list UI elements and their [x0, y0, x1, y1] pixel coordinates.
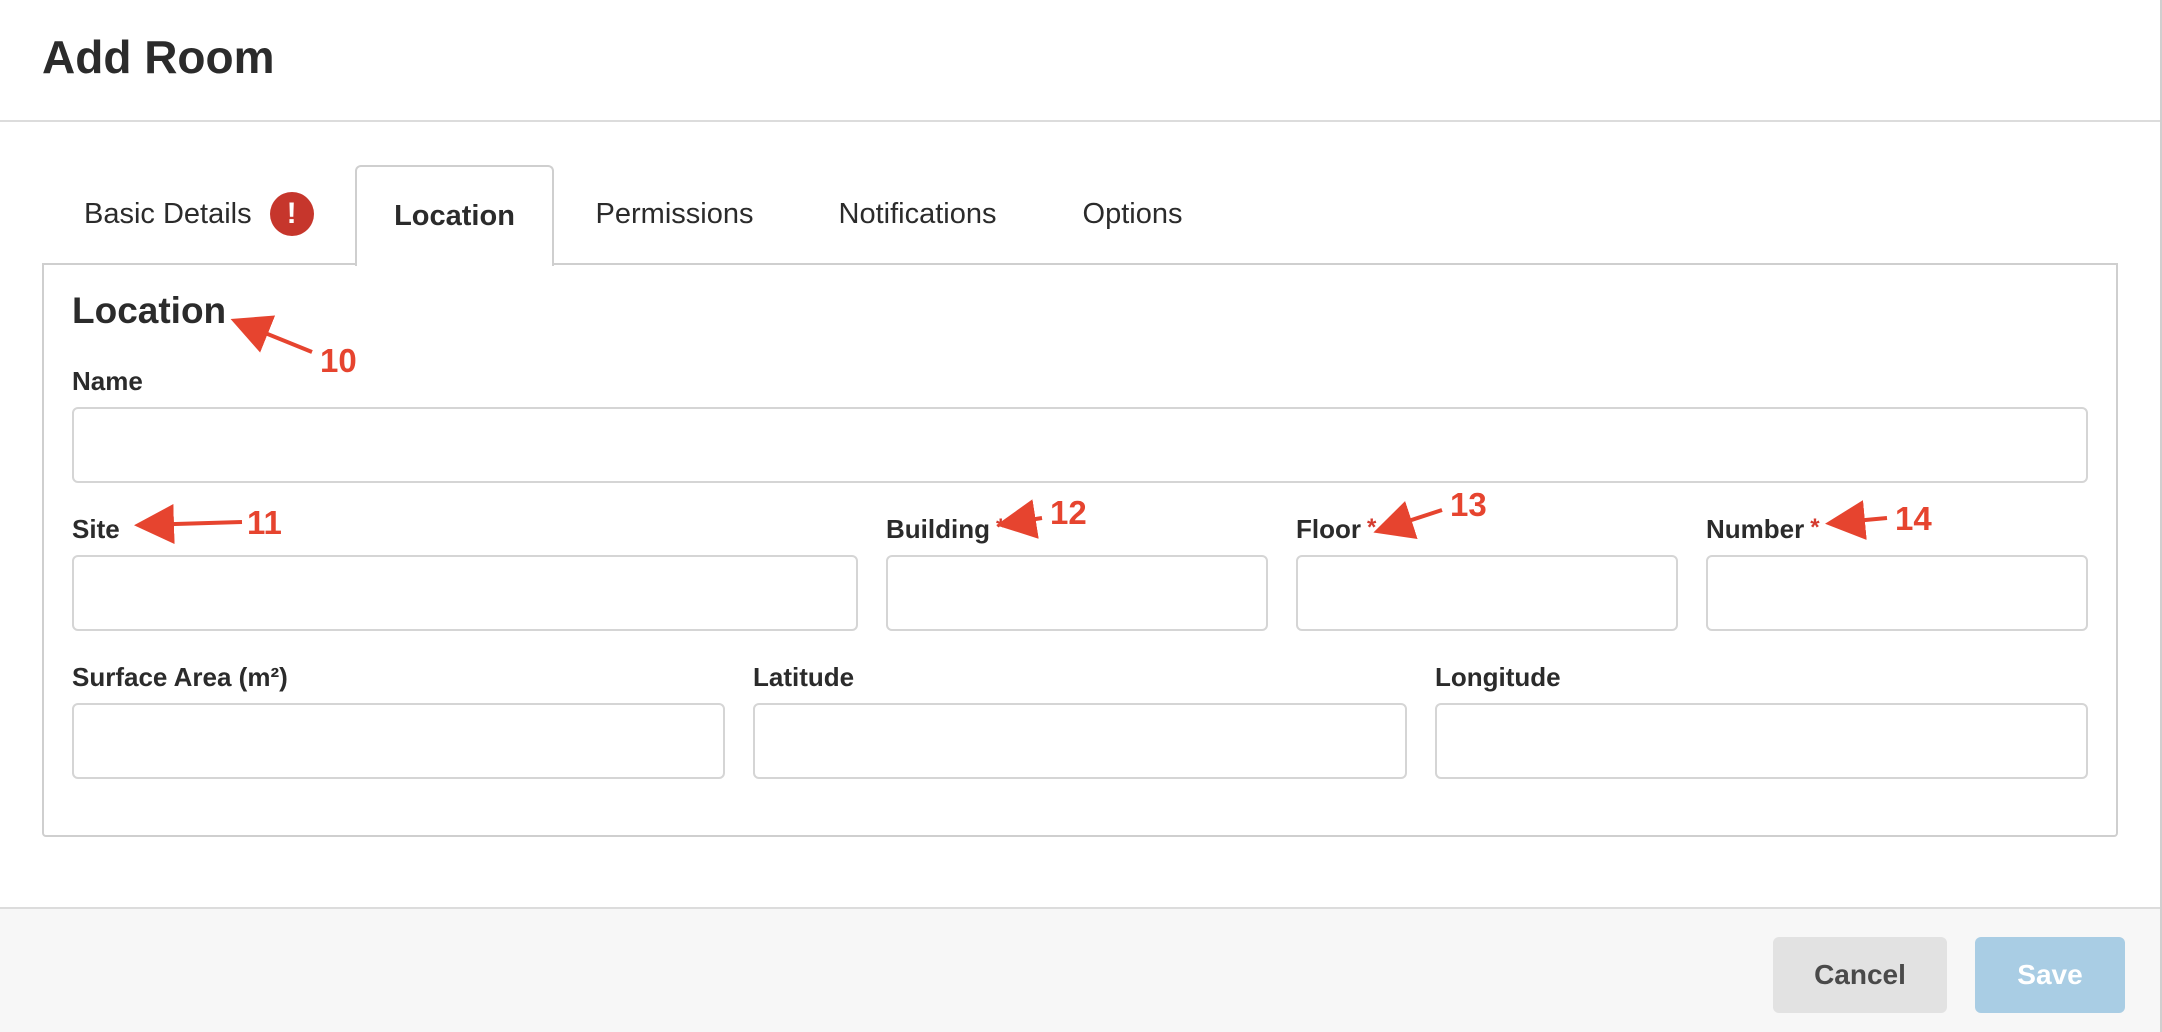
required-marker: * [1810, 514, 1820, 541]
longitude-label: Longitude [1435, 662, 1561, 693]
latitude-label: Latitude [753, 662, 854, 693]
tab-label: Options [1082, 197, 1183, 230]
floor-label-text: Floor [1296, 514, 1361, 544]
tab-label: Basic Details [84, 197, 252, 230]
annotation-12: 12 [1050, 494, 1087, 531]
surface-area-label: Surface Area (m²) [72, 662, 288, 693]
dialog-header: Add Room [0, 0, 2162, 122]
required-marker: * [1367, 514, 1377, 541]
annotation-13: 13 [1450, 486, 1487, 523]
tab-basic-details[interactable]: Basic Details ! [60, 165, 330, 263]
add-room-dialog: Add Room Basic Details ! Location Permis… [0, 0, 2162, 1032]
number-label: Number * [1706, 514, 1820, 545]
tab-location[interactable]: Location [355, 165, 554, 266]
name-input[interactable] [72, 407, 2088, 483]
tab-label: Permissions [595, 197, 754, 230]
name-label-text: Name [72, 366, 143, 396]
floor-label: Floor * [1296, 514, 1376, 545]
tab-label: Notifications [838, 197, 997, 230]
site-input[interactable] [72, 555, 858, 631]
latitude-label-text: Latitude [753, 662, 855, 692]
dialog-title: Add Room [42, 31, 275, 83]
floor-input[interactable] [1296, 555, 1678, 631]
annotation-14: 14 [1895, 500, 1932, 537]
number-input[interactable] [1706, 555, 2088, 631]
section-title: Location [72, 290, 227, 331]
number-label-text: Number [1706, 514, 1805, 544]
building-label-text: Building [886, 514, 990, 544]
site-label: Site [72, 514, 120, 545]
name-label: Name [72, 366, 143, 397]
building-label: Building * [886, 514, 1005, 545]
tab-label: Location [394, 200, 515, 232]
annotation-11: 11 [247, 504, 282, 541]
tab-notifications[interactable]: Notifications [810, 165, 1025, 263]
longitude-label-text: Longitude [1435, 662, 1561, 692]
surface-area-input[interactable] [72, 703, 725, 779]
cancel-button[interactable]: Cancel [1773, 937, 1947, 1013]
annotation-10: 10 [320, 342, 357, 379]
latitude-input[interactable] [753, 703, 1407, 779]
tab-options[interactable]: Options [1060, 165, 1205, 263]
save-button[interactable]: Save [1975, 937, 2125, 1013]
surface-area-label-text: Surface Area (m²) [72, 662, 288, 692]
tab-permissions[interactable]: Permissions [572, 165, 777, 263]
longitude-input[interactable] [1435, 703, 2088, 779]
required-marker: * [995, 514, 1006, 541]
building-input[interactable] [886, 555, 1268, 631]
site-label-text: Site [72, 514, 120, 544]
error-icon: ! [269, 192, 314, 236]
